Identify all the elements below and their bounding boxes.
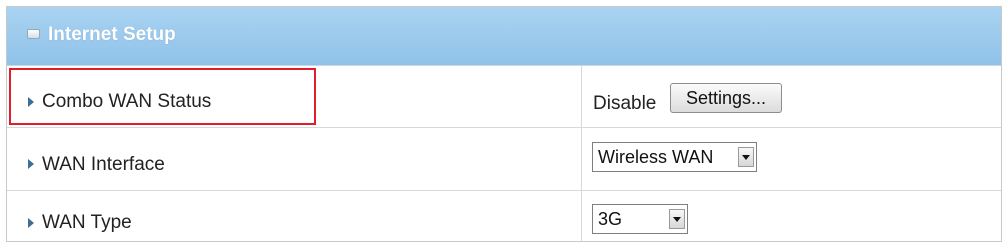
bullet-arrow-icon [28, 159, 34, 169]
wan-type-row: WAN Type 3G [7, 191, 1001, 241]
wan-type-selected-value: 3G [598, 209, 623, 229]
internet-setup-panel: Internet Setup Combo WAN Status Disable … [6, 6, 1002, 242]
section-icon [27, 29, 40, 39]
combo-wan-status-row: Combo WAN Status Disable Settings... [7, 66, 1001, 128]
internet-setup-page: Internet Setup Combo WAN Status Disable … [0, 0, 1006, 246]
wan-type-label: WAN Type [42, 212, 132, 233]
panel-title: Internet Setup [48, 24, 176, 45]
panel-header: Internet Setup [7, 7, 1001, 66]
wan-interface-label-cell: WAN Interface [7, 128, 582, 190]
chevron-down-icon[interactable] [738, 147, 754, 167]
wan-type-value-cell: 3G [582, 191, 1001, 241]
wan-interface-label: WAN Interface [42, 154, 165, 175]
highlight-box [9, 68, 316, 125]
wan-type-label-cell: WAN Type [7, 191, 582, 241]
combo-wan-status-value: Disable [593, 93, 657, 114]
combo-wan-status-value-cell: Disable Settings... [582, 66, 1001, 127]
wan-interface-selected-value: Wireless WAN [598, 147, 714, 167]
settings-button[interactable]: Settings... [670, 83, 782, 113]
wan-interface-select[interactable]: Wireless WAN [592, 142, 757, 172]
bullet-arrow-icon [28, 218, 34, 228]
combo-wan-status-label-cell: Combo WAN Status [7, 66, 582, 127]
wan-type-select[interactable]: 3G [592, 204, 688, 234]
chevron-down-icon[interactable] [669, 209, 685, 229]
wan-interface-row: WAN Interface Wireless WAN [7, 128, 1001, 191]
wan-interface-value-cell: Wireless WAN [582, 128, 1001, 190]
